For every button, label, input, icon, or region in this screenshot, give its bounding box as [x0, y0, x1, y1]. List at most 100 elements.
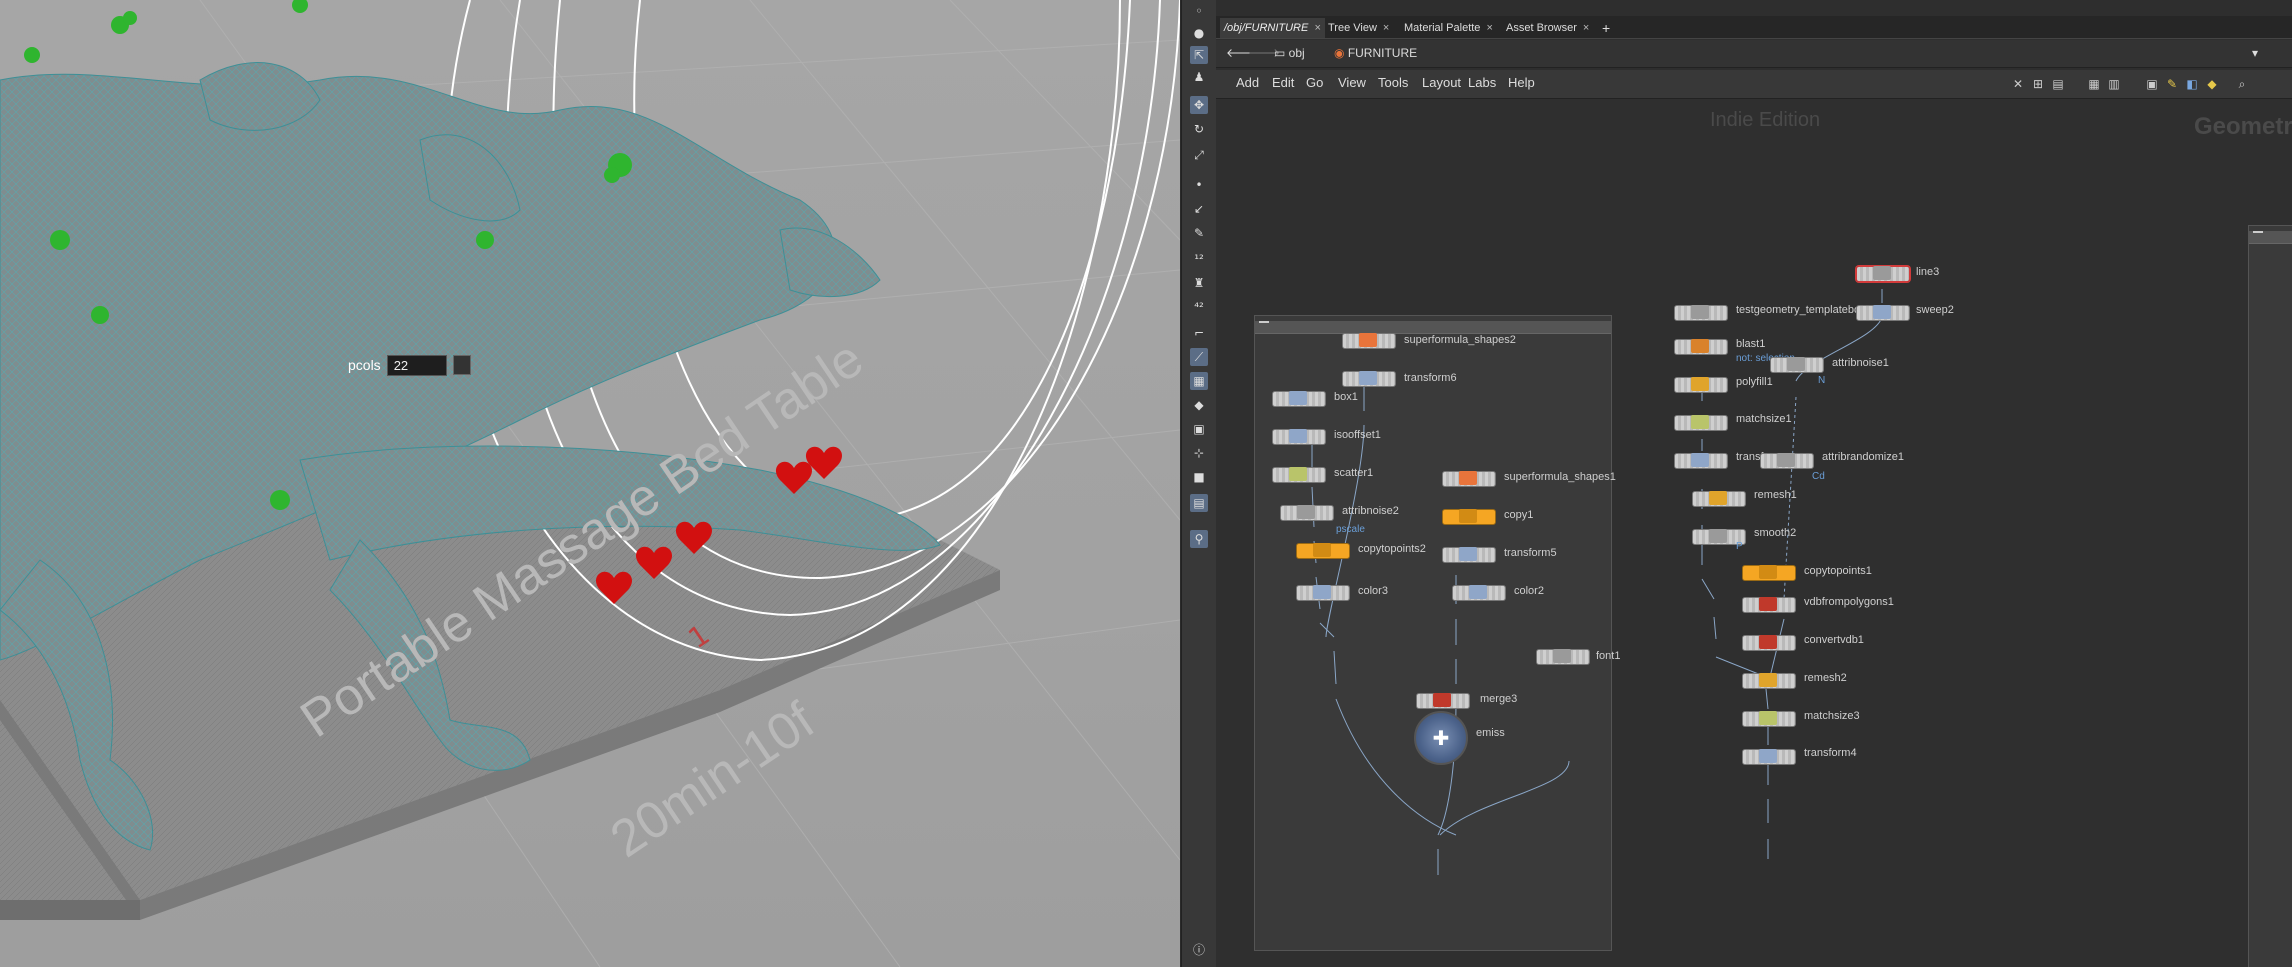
- handle-parameter-tooltip[interactable]: pcols 22: [348, 353, 471, 377]
- remesh-icon: [1759, 673, 1777, 687]
- folder-icon: ▭: [1274, 46, 1289, 60]
- menu-view[interactable]: View: [1338, 75, 1366, 90]
- sphere-icon[interactable]: ●: [1190, 24, 1208, 42]
- node-isooffset1[interactable]: [1272, 429, 1326, 445]
- path-current[interactable]: ◉ FURNITURE: [1334, 44, 1417, 62]
- grid-icon[interactable]: ▦: [1190, 372, 1208, 390]
- badge-icon[interactable]: ◆: [2204, 76, 2220, 92]
- wrench-icon[interactable]: ✕: [2010, 76, 2026, 92]
- node-superformula-shapes1[interactable]: [1442, 471, 1496, 487]
- node-transform5[interactable]: [1442, 547, 1496, 563]
- node-label: box1: [1334, 391, 1358, 403]
- tool-icon[interactable]: ◦: [1190, 2, 1208, 20]
- image-icon[interactable]: ▣: [2144, 76, 2160, 92]
- tab-network[interactable]: /obj/FURNITURE ×: [1220, 18, 1325, 38]
- network-canvas[interactable]: Indie Edition Geometry: [1216, 99, 2292, 967]
- node-color2[interactable]: [1452, 585, 1506, 601]
- close-icon[interactable]: ×: [1383, 22, 1389, 34]
- handle-icon[interactable]: ♟: [1190, 68, 1208, 86]
- node-blast1[interactable]: [1674, 339, 1728, 355]
- wire-icon[interactable]: ⟋: [1190, 348, 1208, 366]
- image-icon[interactable]: ▣: [1190, 420, 1208, 438]
- parameter-value-field[interactable]: 22: [386, 354, 447, 376]
- chevron-down-icon[interactable]: ▾: [2252, 44, 2258, 62]
- info-icon[interactable]: ⓘ: [1190, 940, 1208, 958]
- node-scatter1[interactable]: [1272, 467, 1326, 483]
- node-color3[interactable]: [1296, 585, 1350, 601]
- node-line3[interactable]: [1856, 266, 1910, 282]
- select-icon[interactable]: ⇱: [1190, 46, 1208, 64]
- parameter-label: pcols: [348, 357, 381, 373]
- number-icon[interactable]: ¹²: [1190, 250, 1208, 268]
- node-attribnoise2[interactable]: [1280, 505, 1334, 521]
- node-vdbfrompolygons1[interactable]: [1742, 597, 1796, 613]
- palette-icon[interactable]: ◧: [2184, 76, 2200, 92]
- menu-edit[interactable]: Edit: [1272, 75, 1294, 90]
- axis-icon[interactable]: ⊹: [1190, 444, 1208, 462]
- point-icon[interactable]: •: [1190, 176, 1208, 194]
- node-sweep2[interactable]: [1856, 305, 1910, 321]
- pen-icon[interactable]: ✎: [1190, 224, 1208, 242]
- tab-asset-browser[interactable]: Asset Browser ×: [1502, 18, 1593, 38]
- tab-tree-view[interactable]: Tree View ×: [1324, 18, 1393, 38]
- scene-viewport[interactable]: Portable Massage Bed Table 20min-10f 1 p…: [0, 0, 1180, 967]
- close-icon[interactable]: ×: [1583, 22, 1589, 34]
- menu-tools[interactable]: Tools: [1378, 75, 1408, 90]
- node-label: transform4: [1804, 747, 1857, 759]
- scale-icon[interactable]: ⤢: [1190, 146, 1208, 164]
- transform-icon: [1759, 749, 1777, 763]
- node-remesh1[interactable]: [1692, 491, 1746, 507]
- note-icon[interactable]: ✎: [2164, 76, 2180, 92]
- path-root[interactable]: ▭ obj: [1274, 44, 1305, 62]
- node-matchsize3[interactable]: [1742, 711, 1796, 727]
- menu-add[interactable]: Add: [1236, 75, 1259, 90]
- node-remesh2[interactable]: [1742, 673, 1796, 689]
- add-tab-button[interactable]: +: [1598, 18, 1614, 38]
- transform-icon[interactable]: ✥: [1190, 96, 1208, 114]
- close-icon[interactable]: ×: [1314, 22, 1320, 34]
- node-polyfill1[interactable]: [1674, 377, 1728, 393]
- pin-icon[interactable]: ⚲: [1190, 530, 1208, 548]
- node-matchsize1[interactable]: [1674, 415, 1728, 431]
- tab-label: Material Palette: [1404, 22, 1481, 34]
- rotate-icon[interactable]: ↻: [1190, 120, 1208, 138]
- node-copy1[interactable]: [1442, 509, 1496, 525]
- square-icon[interactable]: ■: [1190, 468, 1208, 486]
- screen-icon[interactable]: ▤: [1190, 494, 1208, 512]
- node-font1[interactable]: [1536, 649, 1590, 665]
- node-convertvdb1[interactable]: [1742, 635, 1796, 651]
- corner-icon[interactable]: ⌐: [1190, 324, 1208, 342]
- label-icon[interactable]: ⁴²: [1190, 298, 1208, 316]
- node-transform6[interactable]: [1342, 371, 1396, 387]
- menu-go[interactable]: Go: [1306, 75, 1323, 90]
- node-label: color2: [1514, 585, 1544, 597]
- search-icon[interactable]: ⌕: [2234, 76, 2250, 92]
- edge-icon[interactable]: ↙: [1190, 200, 1208, 218]
- node-testgeometry-templatebody1[interactable]: [1674, 305, 1728, 321]
- paint-icon[interactable]: ♜: [1190, 274, 1208, 292]
- list-icon[interactable]: ▤: [2050, 76, 2066, 92]
- node-transform4[interactable]: [1742, 749, 1796, 765]
- tree-icon[interactable]: ⊞: [2030, 76, 2046, 92]
- menu-labs[interactable]: Labs: [1468, 75, 1496, 90]
- node-box1[interactable]: [1272, 391, 1326, 407]
- blast-icon: [1691, 339, 1709, 353]
- node-attribnoise1[interactable]: [1770, 357, 1824, 373]
- node-copytopoints1[interactable]: [1742, 565, 1796, 581]
- node-transform[interactable]: [1674, 453, 1728, 469]
- tab-material-palette[interactable]: Material Palette ×: [1400, 18, 1497, 38]
- node-merge3[interactable]: [1416, 693, 1470, 709]
- ladder-icon[interactable]: [452, 355, 471, 375]
- vdb-icon: [1759, 597, 1777, 611]
- table-icon[interactable]: ▥: [2106, 76, 2122, 92]
- node-attribrandomize1[interactable]: [1760, 453, 1814, 469]
- grid-view-icon[interactable]: ▦: [2086, 76, 2102, 92]
- cube-icon[interactable]: ◆: [1190, 396, 1208, 414]
- node-superformula-shapes2[interactable]: [1342, 333, 1396, 349]
- menu-layout[interactable]: Layout: [1422, 75, 1461, 90]
- node-emiss[interactable]: ✚: [1414, 711, 1468, 765]
- node-copytopoints2[interactable]: [1296, 543, 1350, 559]
- close-icon[interactable]: ×: [1486, 22, 1492, 34]
- menu-help[interactable]: Help: [1508, 75, 1535, 90]
- noise-icon: [1787, 357, 1805, 371]
